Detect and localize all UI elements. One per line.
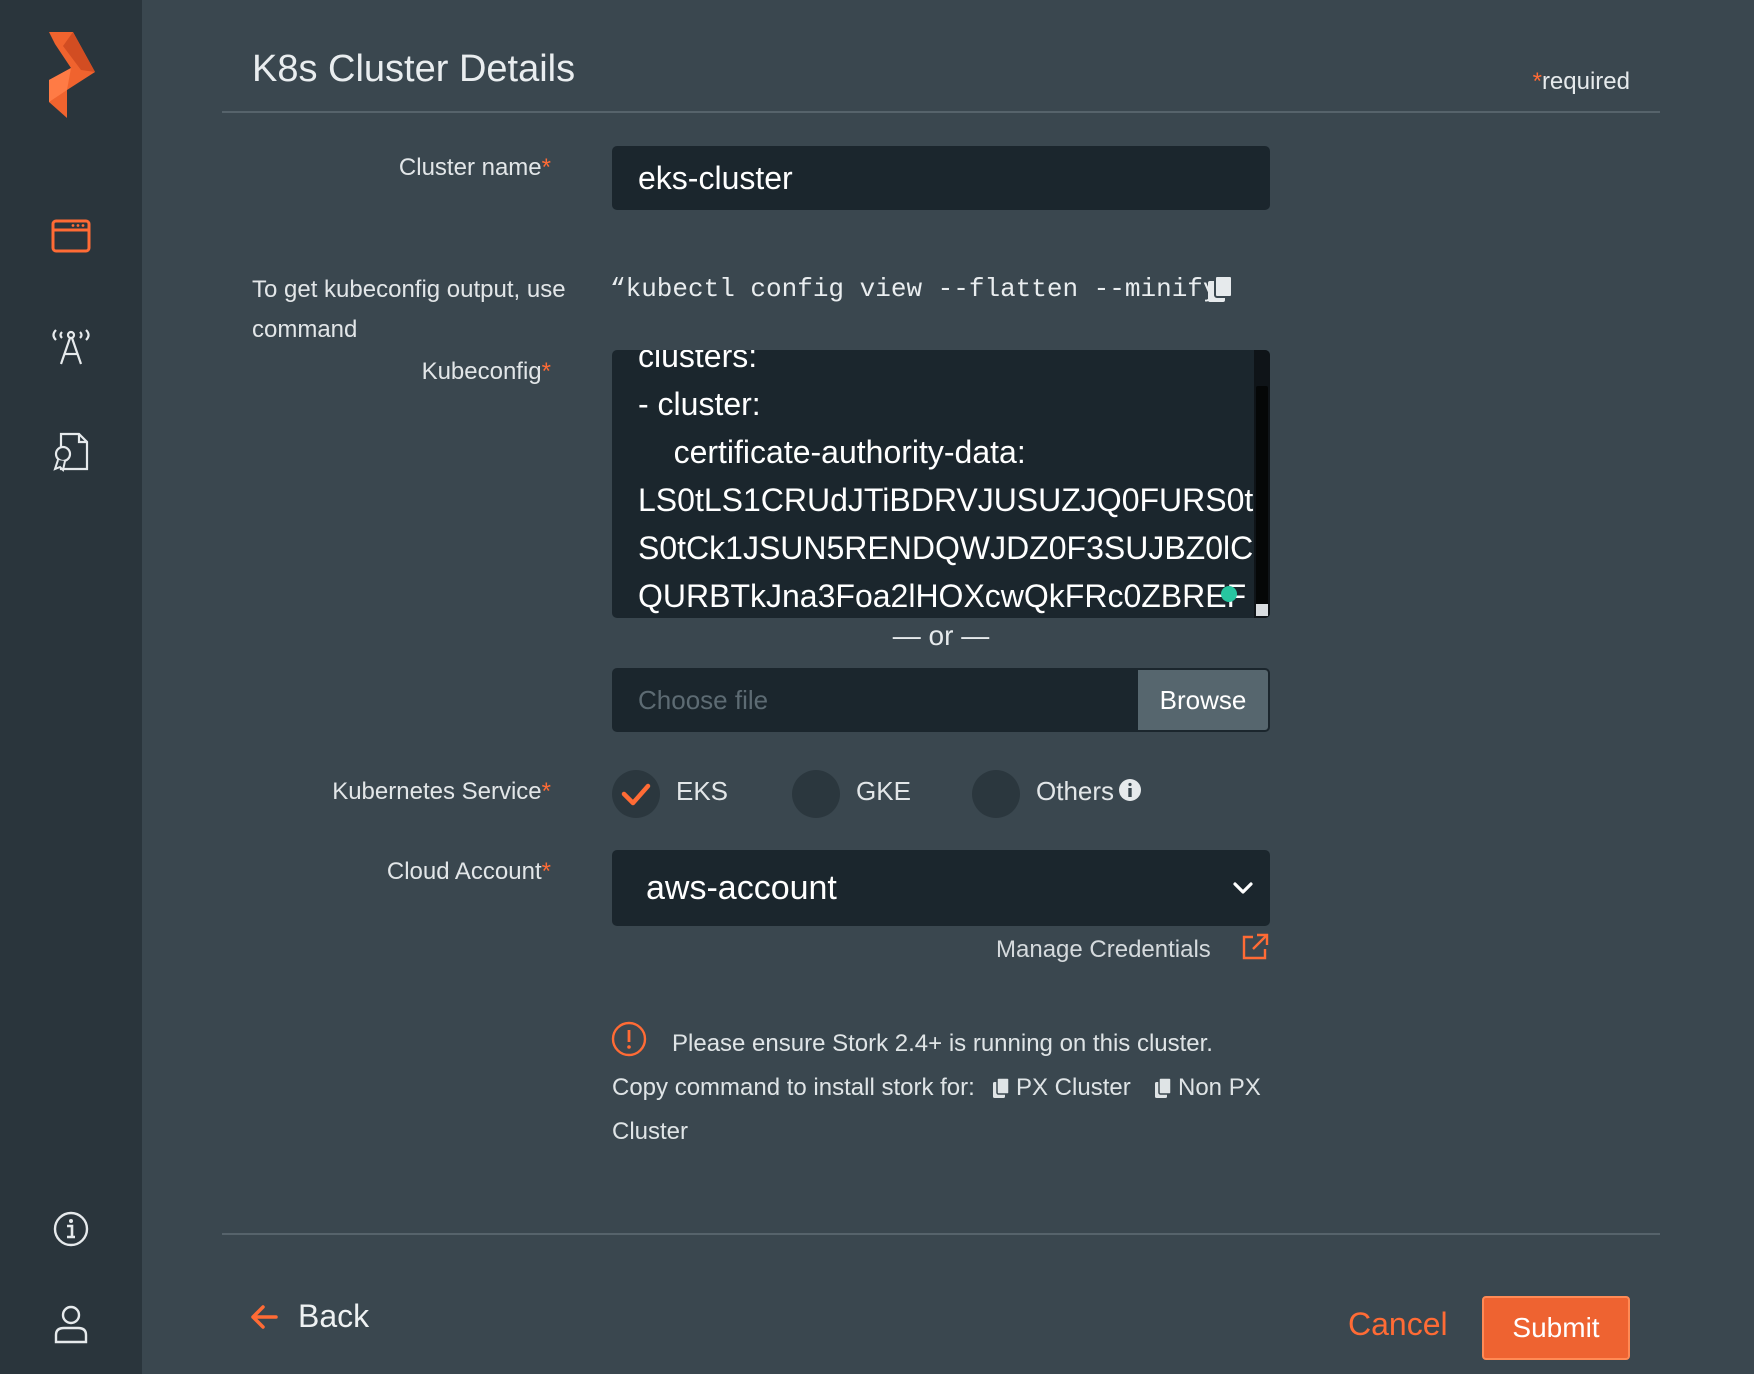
cancel-button[interactable]: Cancel <box>1348 1306 1448 1343</box>
or-divider: — or — <box>892 620 990 651</box>
antenna-icon[interactable] <box>0 324 142 366</box>
footer-divider <box>222 1233 1660 1235</box>
cluster-name-input[interactable]: eks-cluster <box>612 146 1270 210</box>
sidebar <box>0 0 142 1374</box>
cloud-account-label: Cloud Account* <box>387 858 551 886</box>
copy-non-px-cluster-label: Non PX <box>1178 1074 1261 1101</box>
header-divider <box>222 111 1660 113</box>
portworx-logo-icon[interactable] <box>0 30 142 120</box>
required-mark: * <box>541 858 551 885</box>
back-button[interactable]: Back <box>250 1298 369 1335</box>
browse-button[interactable]: Browse <box>1136 668 1270 732</box>
required-text: required <box>1541 68 1630 95</box>
choose-file-placeholder: Choose file <box>638 684 769 715</box>
info-icon[interactable] <box>0 1210 142 1248</box>
required-mark: * <box>541 154 551 181</box>
warning-info-icon <box>610 1020 648 1063</box>
page-title: K8s Cluster Details <box>252 48 576 90</box>
chevron-down-icon <box>1233 882 1253 894</box>
manage-credentials-link[interactable]: Manage Credentials <box>996 936 1211 964</box>
copy-px-cluster-link[interactable]: PX Cluster <box>992 1074 1131 1102</box>
kubeconfig-label-text: Kubeconfig <box>421 358 542 385</box>
required-mark: * <box>541 778 551 805</box>
cloud-account-value: aws-account <box>646 868 837 907</box>
resize-handle-icon[interactable] <box>1256 604 1268 616</box>
status-dot <box>1221 586 1237 602</box>
license-certificate-icon[interactable] <box>0 432 142 472</box>
kubeconfig-hint: To get kubeconfig output, use command <box>252 276 566 343</box>
kubeconfig-command: “kubectl config view --flatten --minify” <box>610 274 1235 304</box>
copy-command-text: Copy command to install stork for: <box>612 1074 975 1101</box>
copy-non-px-cluster-link[interactable]: Non PX <box>1154 1074 1261 1102</box>
cluster-name-label-text: Cluster name <box>398 154 542 181</box>
copy-icon <box>993 1077 1010 1098</box>
checkmark-icon <box>621 783 651 806</box>
stork-notice: Please ensure Stork 2.4+ is running on t… <box>672 1030 1213 1057</box>
user-icon[interactable] <box>0 1304 142 1344</box>
kubernetes-service-label: Kubernetes Service* <box>332 778 551 806</box>
radio-gke[interactable] <box>792 770 840 818</box>
cluster-name-label: Cluster name* <box>399 154 551 182</box>
copy-px-cluster-label: PX Cluster <box>1016 1074 1131 1101</box>
required-mark: * <box>541 358 551 385</box>
back-label: Back <box>298 1298 370 1334</box>
cluster-name-value: eks-cluster <box>638 159 793 196</box>
kubeconfig-scroll-thumb[interactable] <box>1256 386 1268 606</box>
kubeconfig-textarea[interactable]: clusters: - cluster: certificate-authori… <box>612 350 1270 618</box>
submit-button[interactable]: Submit <box>1482 1296 1630 1360</box>
kubeconfig-scrollbar[interactable] <box>1254 350 1270 618</box>
kubeconfig-label: Kubeconfig* <box>422 358 551 386</box>
cloud-account-label-text: Cloud Account <box>386 858 542 885</box>
cloud-account-select[interactable]: aws-account <box>612 850 1270 926</box>
radio-others-label[interactable]: Others <box>1036 776 1114 807</box>
choose-file-input[interactable]: Choose file <box>612 668 1138 732</box>
copy-non-px-cluster-label-cont[interactable]: Cluster <box>612 1118 688 1146</box>
radio-eks[interactable] <box>612 770 660 818</box>
arrow-left-icon <box>251 1304 278 1329</box>
kubernetes-service-label-text: Kubernetes Service <box>332 778 542 805</box>
radio-eks-label[interactable]: EKS <box>676 776 728 807</box>
required-note: *required <box>1533 68 1630 96</box>
external-link-icon[interactable] <box>1240 932 1270 967</box>
radio-others[interactable] <box>972 770 1020 818</box>
copy-icon <box>1155 1077 1172 1098</box>
required-star: * <box>1532 68 1542 95</box>
dashboard-window-icon[interactable] <box>0 218 142 254</box>
radio-gke-label[interactable]: GKE <box>856 776 911 807</box>
kubeconfig-value: clusters: - cluster: certificate-authori… <box>638 350 1270 614</box>
info-icon[interactable] <box>1118 778 1142 807</box>
copy-command-icon[interactable] <box>1206 274 1234 309</box>
